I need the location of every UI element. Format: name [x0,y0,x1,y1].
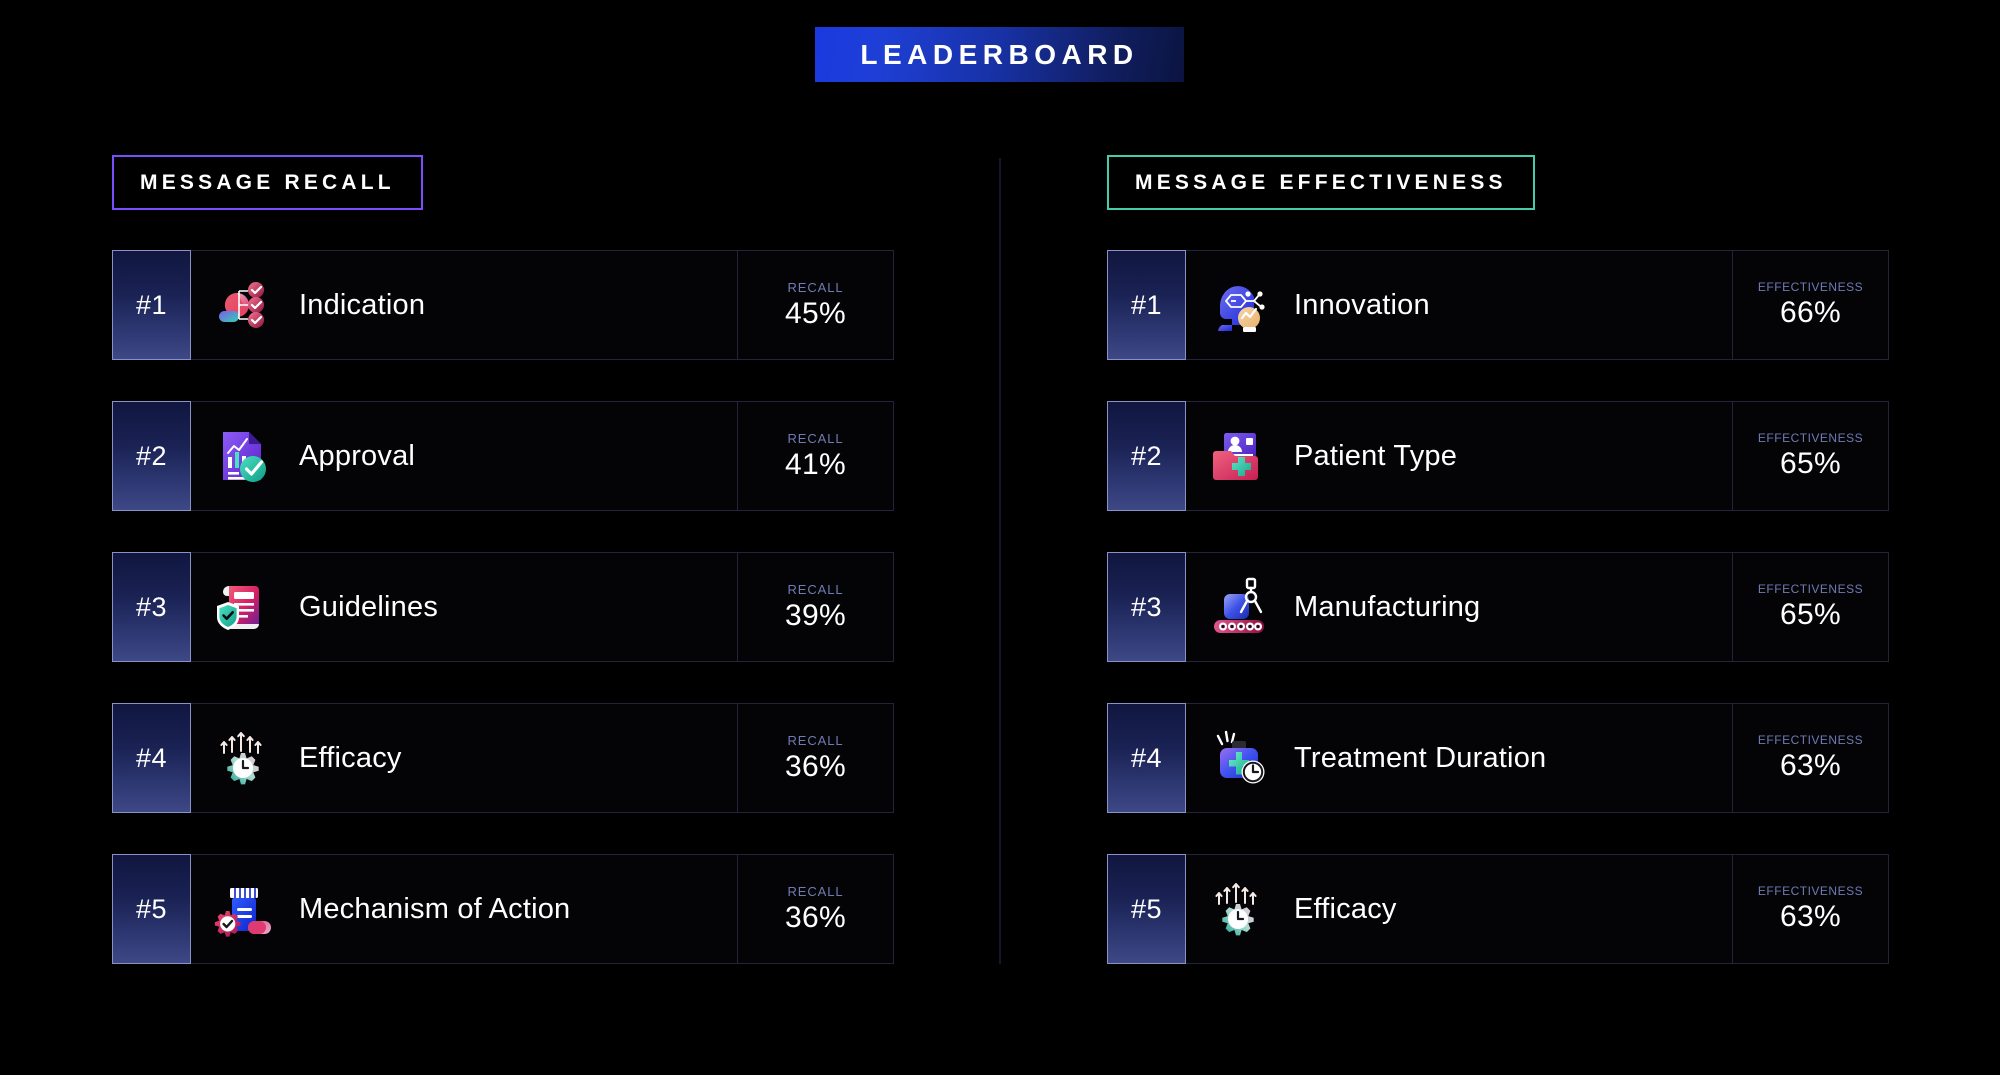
rank-badge: #3 [1107,552,1186,662]
metric-value: 41% [785,447,846,481]
row-body: Innovation EFFECTIVENESS 66% [1186,250,1889,360]
table-row[interactable]: #2 [1107,401,1889,511]
metric-value: 65% [1780,447,1841,480]
metric-cell: EFFECTIVENESS 65% [1732,402,1888,510]
row-body: Treatment Duration EFFECTIVENESS 63% [1186,703,1889,813]
section-title: MESSAGE EFFECTIVENESS [1135,170,1507,194]
rank-badge: #1 [1107,250,1186,360]
table-row[interactable]: #5 Efficacy EFFECTIVENESS 63% [1107,854,1889,964]
row-body: Patient Type EFFECTIVENESS 65% [1186,401,1889,511]
metric-cell: RECALL 39% [737,553,893,661]
row-body: Efficacy EFFECTIVENESS 63% [1186,854,1889,964]
metric-cell: RECALL 45% [737,251,893,359]
indication-icon [191,273,295,337]
table-row[interactable]: #2 [112,401,894,511]
row-label: Manufacturing [1294,590,1481,623]
row-body: Mechanism of Action RECALL 36% [191,854,894,964]
rank-badge: #2 [1107,401,1186,511]
metric-cell: EFFECTIVENESS 63% [1732,704,1888,812]
table-row[interactable]: #3 [1107,552,1889,662]
metric-value: 63% [1780,900,1841,933]
patient-type-icon [1186,424,1290,488]
metric-cell: EFFECTIVENESS 63% [1732,855,1888,963]
metric-cell: RECALL 36% [737,704,893,812]
section-header-message-recall: MESSAGE RECALL [112,155,423,210]
metric-cell: EFFECTIVENESS 65% [1732,553,1888,661]
row-label: Treatment Duration [1294,741,1547,774]
row-label: Patient Type [1294,439,1458,472]
metric-label: RECALL [787,883,844,899]
row-label: Efficacy [1294,892,1397,925]
row-body: Guidelines RECALL 39% [191,552,894,662]
rank-badge: #4 [112,703,191,813]
metric-label: EFFECTIVENESS [1757,733,1864,747]
metric-label: RECALL [787,581,844,597]
table-row[interactable]: #4 [112,703,894,813]
table-row[interactable]: #3 [112,552,894,662]
manufacturing-icon [1186,575,1290,639]
message-effectiveness-column: MESSAGE EFFECTIVENESS #1 Innovation EFFE… [1107,155,1889,1005]
row-body: Approval RECALL 41% [191,401,894,511]
guidelines-icon [191,575,295,639]
page-title: LEADERBOARD [860,38,1139,70]
row-label: Efficacy [299,741,402,774]
row-label: Indication [299,288,426,321]
metric-label: EFFECTIVENESS [1757,431,1864,445]
metric-value: 66% [1780,296,1841,329]
row-label: Innovation [1294,288,1430,321]
metric-value: 39% [785,598,846,632]
message-recall-column: MESSAGE RECALL #1 Indication RECALL 45% … [112,155,894,1005]
rank-badge: #3 [112,552,191,662]
innovation-icon [1186,273,1290,337]
section-header-message-effectiveness: MESSAGE EFFECTIVENESS [1107,155,1535,210]
rank-badge: #5 [112,854,191,964]
metric-value: 63% [1780,749,1841,782]
rank-badge: #2 [112,401,191,511]
metric-label: RECALL [787,279,844,295]
table-row[interactable]: #1 [1107,250,1889,360]
metric-value: 36% [785,749,846,783]
treatment-duration-icon [1186,726,1290,790]
metric-label: EFFECTIVENESS [1757,280,1864,294]
table-row[interactable]: #1 [112,250,894,360]
metric-value: 36% [785,900,846,934]
row-label: Guidelines [299,590,439,623]
section-title: MESSAGE RECALL [140,170,395,194]
row-body: Efficacy RECALL 36% [191,703,894,813]
approval-icon [191,424,295,488]
table-row[interactable]: #4 [1107,703,1889,813]
mechanism-of-action-icon [191,877,295,941]
column-divider [999,158,1001,964]
metric-cell: RECALL 36% [737,855,893,963]
row-body: Manufacturing EFFECTIVENESS 65% [1186,552,1889,662]
efficacy-icon [1186,877,1290,941]
leaderboard-page: LEADERBOARD MESSAGE RECALL #1 Indication… [0,0,2000,1075]
table-row[interactable]: #5 Mechanism of Action RECALL 36% [112,854,894,964]
rank-badge: #5 [1107,854,1186,964]
rank-badge: #1 [112,250,191,360]
metric-label: EFFECTIVENESS [1757,884,1864,898]
metric-value: 65% [1780,598,1841,631]
efficacy-icon [191,726,295,790]
metric-label: EFFECTIVENESS [1757,582,1864,596]
metric-cell: RECALL 41% [737,402,893,510]
row-body: Indication RECALL 45% [191,250,894,360]
rank-badge: #4 [1107,703,1186,813]
row-label: Mechanism of Action [299,892,571,925]
metric-label: RECALL [787,430,844,446]
metric-label: RECALL [787,732,844,748]
page-title-banner: LEADERBOARD [815,27,1184,82]
row-label: Approval [299,439,416,472]
metric-cell: EFFECTIVENESS 66% [1732,251,1888,359]
metric-value: 45% [785,296,846,330]
